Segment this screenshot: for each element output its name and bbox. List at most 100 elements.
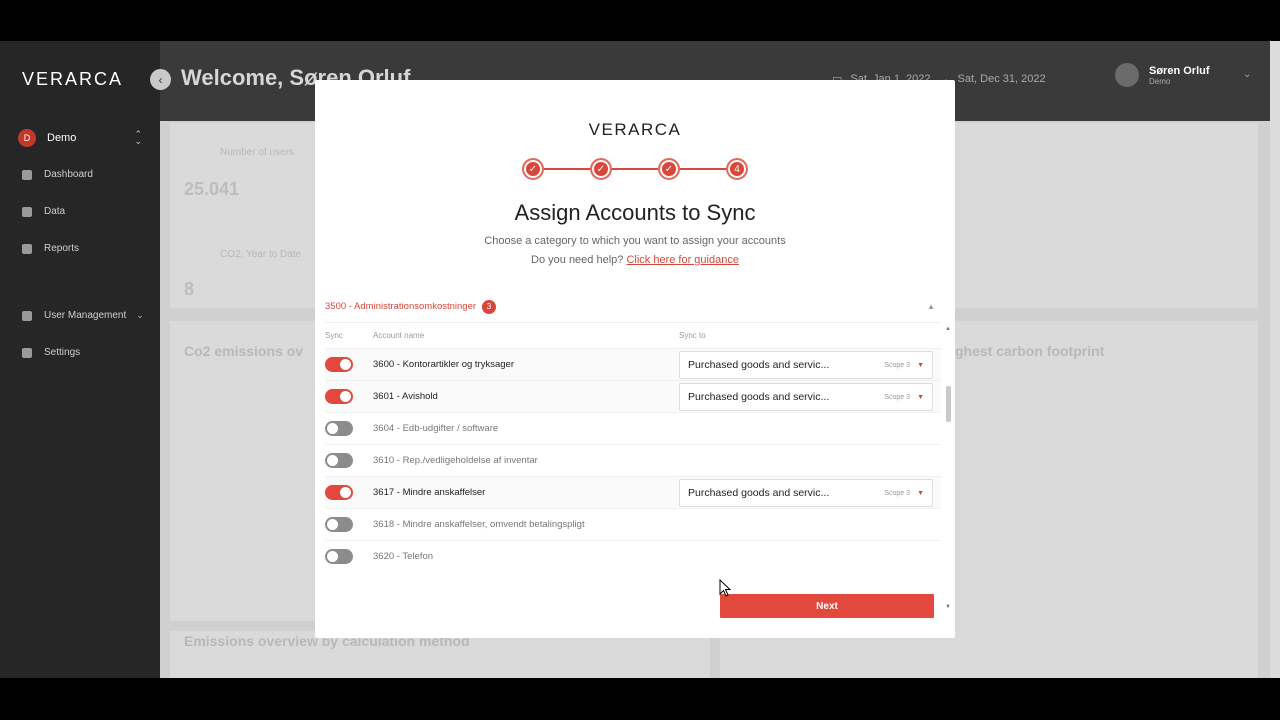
sync-toggle[interactable] <box>325 549 353 564</box>
step-2-complete: ✓ <box>590 158 612 180</box>
back-button[interactable]: ‹ <box>150 69 171 90</box>
help-prefix: Do you need help? <box>531 254 624 266</box>
avatar <box>1115 63 1139 87</box>
org-switcher[interactable]: D Demo ⌃ ⌄ <box>18 127 142 149</box>
sidebar-item-label: Dashboard <box>44 169 93 180</box>
sync-to-value: Purchased goods and servic... <box>688 391 830 403</box>
scope-label: Scope 3 <box>884 489 910 497</box>
dropdown-arrow-icon: ▼ <box>917 489 924 497</box>
org-name: Demo <box>47 132 77 144</box>
toggle-knob <box>340 487 351 498</box>
sidebar-item-data[interactable]: Data <box>22 206 65 217</box>
kpi-value: 25.041 <box>184 179 240 199</box>
chevron-down-icon: ⌄ <box>136 310 144 320</box>
account-row: 3620 - Telefon <box>325 540 941 572</box>
sync-to-select[interactable]: Purchased goods and servic... Scope 3 ▼ <box>679 479 933 507</box>
page-scrollbar[interactable] <box>1270 41 1280 678</box>
sidebar-item-label: Settings <box>44 347 81 358</box>
user-org: Demo <box>1149 76 1171 86</box>
sync-to-select[interactable]: Purchased goods and servic... Scope 3 ▼ <box>679 383 933 411</box>
user-menu[interactable]: Søren Orluf Demo ⌄ <box>1115 63 1251 87</box>
kpi-value: 8 <box>184 279 195 299</box>
account-row: 3618 - Mindre anskaffelser, omvendt beta… <box>325 508 941 540</box>
account-name: 3604 - Edb-udgifter / software <box>373 423 499 434</box>
account-name: 3610 - Rep./vedligeholdelse af inventar <box>373 455 538 466</box>
mouse-cursor-icon <box>719 579 732 597</box>
account-name: 3620 - Telefon <box>373 551 434 562</box>
step-3-complete: ✓ <box>658 158 680 180</box>
scroll-thumb[interactable] <box>946 386 951 422</box>
dropdown-arrow-icon: ▼ <box>917 361 924 369</box>
toggle-knob <box>327 455 338 466</box>
sync-toggle[interactable] <box>325 389 353 404</box>
app-viewport: VERARCA D Demo ⌃ ⌄ Dashboard Data Reports… <box>0 41 1280 678</box>
account-row: 3610 - Rep./vedligeholdelse af inventar <box>325 444 941 476</box>
sync-toggle[interactable] <box>325 357 353 372</box>
column-header-sync-to: Sync to <box>679 331 706 340</box>
date-to: Sat, Dec 31, 2022 <box>957 72 1046 85</box>
column-header-account: Account name <box>373 331 425 340</box>
modal-scrollbar[interactable]: ▲ ▼ <box>945 326 952 610</box>
table-title: ghest carbon footprint <box>955 343 1105 359</box>
chevron-up-down-icon: ⌃ ⌄ <box>134 129 142 146</box>
dashboard-icon <box>22 169 32 180</box>
account-name: 3601 - Avishold <box>373 391 438 402</box>
app-logo: VERARCA <box>22 69 124 89</box>
scope-label: Scope 3 <box>884 361 910 369</box>
sync-toggle[interactable] <box>325 485 353 500</box>
kpi-label: Number of users <box>220 147 294 158</box>
org-avatar: D <box>18 129 36 147</box>
account-row: 3601 - Avishold Purchased goods and servi… <box>325 380 941 412</box>
toggle-knob <box>340 359 351 370</box>
sync-toggle[interactable] <box>325 421 353 436</box>
toggle-knob <box>327 423 338 434</box>
sidebar-item-dashboard[interactable]: Dashboard <box>22 169 93 180</box>
sidebar-item-settings[interactable]: Settings <box>22 347 80 358</box>
kpi-label: CO2, Year to Date <box>220 249 302 260</box>
account-row: 3617 - Mindre anskaffelser Purchased good… <box>325 476 941 508</box>
sync-to-select[interactable]: Purchased goods and servic... Scope 3 ▼ <box>679 351 933 379</box>
sidebar: VERARCA D Demo ⌃ ⌄ Dashboard Data Reports… <box>0 41 160 678</box>
modal-title: Assign Accounts to Sync <box>514 200 756 225</box>
stepper-line <box>542 168 732 170</box>
toggle-knob <box>340 391 351 402</box>
accounts-table: 3600 - Kontorartikler og tryksager Purcha… <box>325 348 941 572</box>
account-row: 3600 - Kontorartikler og tryksager Purcha… <box>325 348 941 380</box>
settings-icon <box>22 347 32 358</box>
data-icon <box>22 206 32 217</box>
sidebar-item-user-management[interactable]: User Management ⌄ <box>22 310 144 321</box>
sync-toggle[interactable] <box>325 517 353 532</box>
sync-to-value: Purchased goods and servic... <box>688 359 830 371</box>
chevron-down-icon: ⌄ <box>1243 69 1252 80</box>
dropdown-arrow-icon: ▼ <box>917 393 924 401</box>
sync-to-value: Purchased goods and servic... <box>688 487 830 499</box>
modal-logo: VERARCA <box>588 120 682 139</box>
sidebar-item-label: Reports <box>44 243 80 254</box>
category-section-header[interactable]: 3500 - Administrationsomkostninger 3 ▲ <box>325 291 941 323</box>
account-row: 3604 - Edb-udgifter / software <box>325 412 941 444</box>
modal-subtitle: Choose a category to which you want to a… <box>484 235 786 247</box>
chevron-up-icon[interactable]: ▲ <box>927 302 935 311</box>
column-header-sync: Sync <box>325 331 343 340</box>
sidebar-item-label: User Management <box>44 310 127 321</box>
chart-title: Co2 emissions ov <box>184 343 304 359</box>
account-name: 3600 - Kontorartikler og tryksager <box>373 359 514 370</box>
sidebar-item-reports[interactable]: Reports <box>22 243 79 254</box>
step-4-current: 4 <box>726 158 748 180</box>
next-button[interactable]: Next <box>720 594 934 618</box>
help-text: Do you need help? Click here for guidanc… <box>315 254 955 266</box>
account-name: 3617 - Mindre anskaffelser <box>373 487 486 498</box>
scroll-up-icon[interactable]: ▲ <box>945 326 951 332</box>
guidance-link[interactable]: Click here for guidance <box>626 254 739 266</box>
assign-accounts-modal: VERARCA ✓ ✓ ✓ 4 Assign Accounts to Sync … <box>315 80 955 638</box>
count-badge: 3 <box>482 299 497 314</box>
sync-toggle[interactable] <box>325 453 353 468</box>
modal-header: VERARCA <box>315 120 955 140</box>
progress-stepper: ✓ ✓ ✓ 4 <box>522 158 748 180</box>
scope-label: Scope 3 <box>884 393 910 401</box>
sidebar-item-label: Data <box>44 206 66 217</box>
step-1-complete: ✓ <box>522 158 544 180</box>
scroll-down-icon[interactable]: ▼ <box>945 604 951 610</box>
chevron-left-icon: ‹ <box>158 72 163 87</box>
user-icon <box>22 310 32 321</box>
